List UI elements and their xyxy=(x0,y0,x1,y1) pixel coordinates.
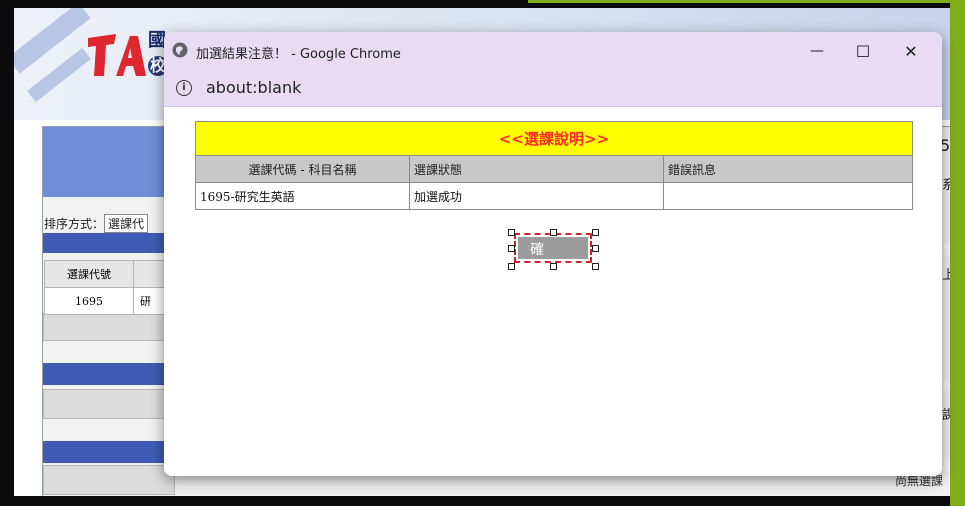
sort-control: 排序方式： 選課代 xyxy=(44,214,149,233)
highlight-border xyxy=(528,0,950,3)
cell-error xyxy=(663,182,913,210)
selection-handle xyxy=(592,263,599,270)
sort-select[interactable]: 選課代 xyxy=(104,214,149,233)
sort-label: 排序方式： xyxy=(44,217,105,231)
confirm-button[interactable]: 確定 xyxy=(514,233,592,284)
selection-handle xyxy=(508,263,515,270)
background-row-code: 1695 xyxy=(44,287,134,315)
maximize-button[interactable]: ☐ xyxy=(840,32,886,70)
edge-text: 系 xyxy=(942,178,950,193)
header-error-message: 錯誤訊息 xyxy=(663,155,913,183)
cell-course: 1695-研究生英語 xyxy=(195,182,410,210)
edge-text: 上 xyxy=(942,268,950,283)
selection-handle xyxy=(550,229,557,236)
edge-text: 請 xyxy=(942,458,950,473)
selection-handle xyxy=(550,263,557,270)
table-row: 1695-研究生英語 加選成功 xyxy=(195,182,913,210)
edge-text: 科 xyxy=(942,380,950,395)
edge-text: 果 xyxy=(942,244,950,259)
info-icon[interactable]: i xyxy=(176,80,192,96)
minimize-button[interactable]: — xyxy=(794,32,840,70)
header-course-code-name: 選課代碼 - 科目名稱 xyxy=(195,155,410,183)
chrome-globe-icon xyxy=(172,42,188,58)
table-title: <<選課說明>> xyxy=(195,121,913,156)
edge-text: 課 xyxy=(942,408,950,423)
close-button[interactable]: ✕ xyxy=(888,32,934,70)
selection-handle xyxy=(508,229,515,236)
cell-status: 加選成功 xyxy=(409,182,664,210)
minimize-icon: — xyxy=(810,43,824,59)
selection-handle xyxy=(592,229,599,236)
selection-handle xyxy=(508,245,515,252)
header-status: 選課狀態 xyxy=(409,155,664,183)
close-icon: ✕ xyxy=(904,41,918,61)
university-logo xyxy=(88,34,146,76)
url-text: about:blank xyxy=(206,78,302,97)
window-title: 加選結果注意！ - Google Chrome xyxy=(196,47,401,62)
maximize-icon: ☐ xyxy=(855,41,871,61)
address-bar[interactable]: i about:blank xyxy=(164,70,942,107)
selection-handle xyxy=(592,245,599,252)
highlight-border xyxy=(950,0,965,506)
result-table: <<選課說明>> 選課代碼 - 科目名稱 選課狀態 錯誤訊息 1695-研究生英… xyxy=(195,121,913,210)
popup-content: <<選課說明>> 選課代碼 - 科目名稱 選課狀態 錯誤訊息 1695-研究生英… xyxy=(164,107,942,476)
chrome-popup-window: 加選結果注意！ - Google Chrome — ☐ ✕ i about:bl… xyxy=(164,32,942,476)
background-header-code: 選課代號 xyxy=(44,260,134,288)
confirm-button-selection: 確定 xyxy=(508,229,599,284)
title-bar[interactable]: 加選結果注意！ - Google Chrome — ☐ ✕ xyxy=(164,32,942,70)
